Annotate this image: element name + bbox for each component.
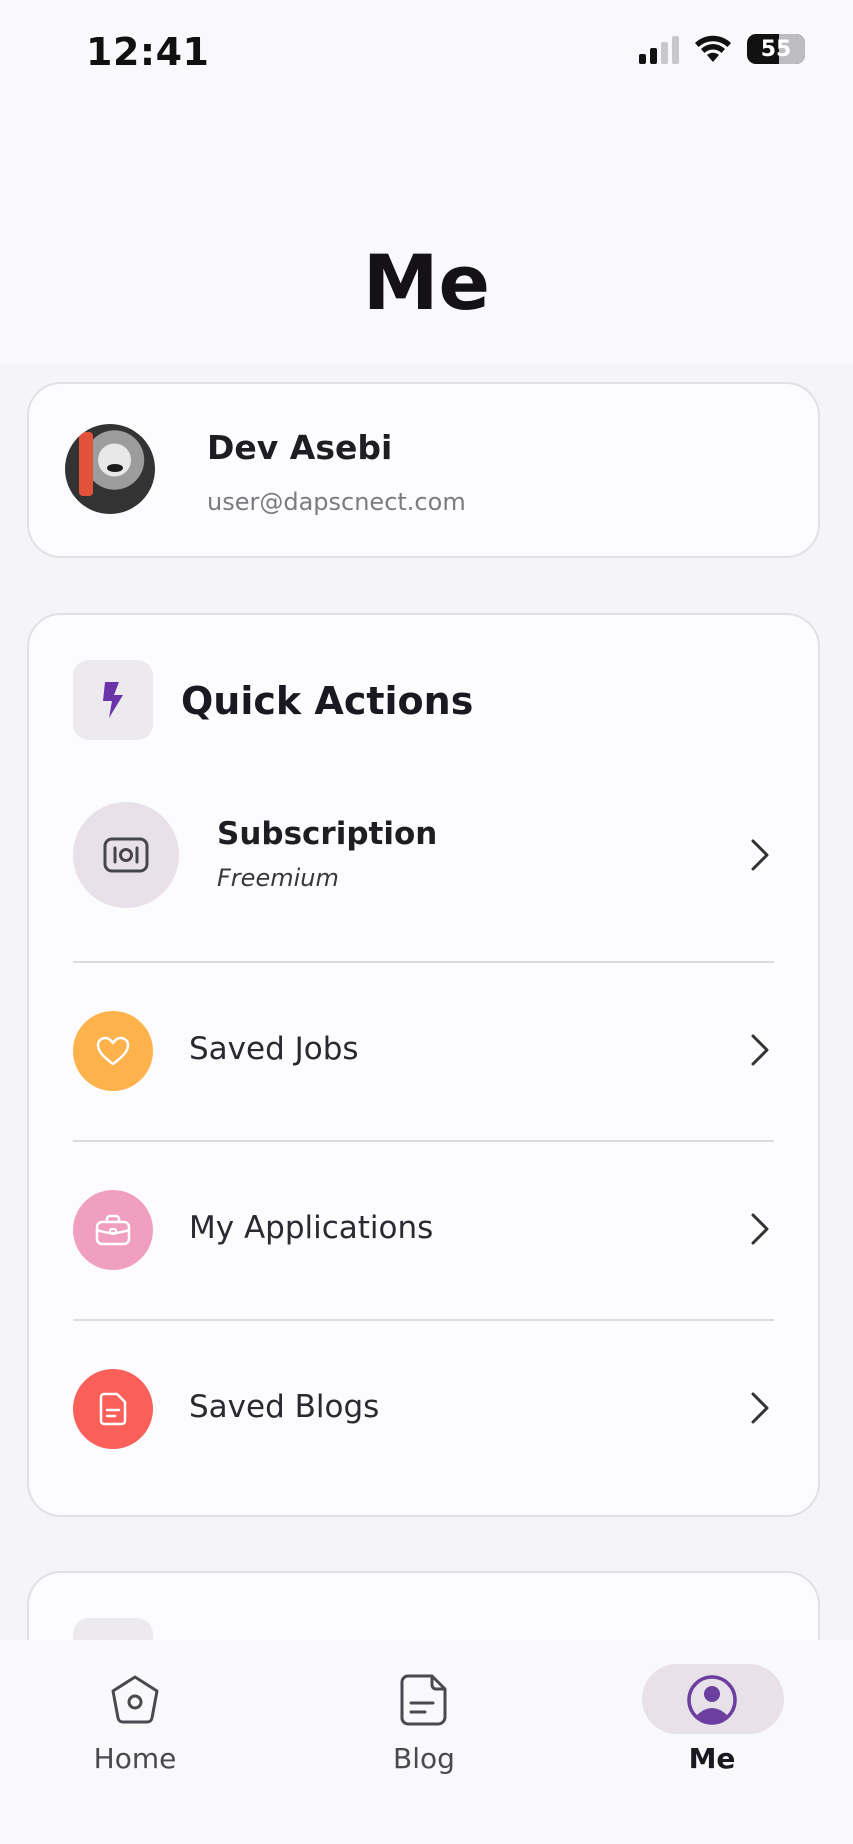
avatar [65, 424, 155, 514]
nav-home[interactable]: Home [45, 1670, 225, 1775]
nav-me-label: Me [688, 1742, 736, 1775]
nav-me[interactable]: Me [622, 1664, 802, 1775]
battery-level: 55 [760, 36, 792, 62]
profile-card[interactable]: Dev Asebi user@dapscnect.com [27, 382, 820, 558]
heart-icon [73, 1011, 153, 1091]
profile-name: Dev Asebi [207, 428, 393, 467]
divider [73, 961, 774, 963]
chevron-right-icon [751, 1213, 769, 1245]
status-bar: 12:41 55 [0, 0, 853, 110]
battery-icon: 55 [747, 34, 805, 64]
saved-blogs-label: Saved Blogs [189, 1389, 380, 1425]
saved-jobs-label: Saved Jobs [189, 1031, 359, 1067]
quick-actions-card: Quick Actions Subscription Freemium Save… [27, 613, 820, 1517]
chevron-right-icon [751, 839, 769, 871]
subscription-label: Subscription [217, 816, 438, 852]
page-title: Me [362, 238, 491, 327]
quick-actions-title: Quick Actions [181, 679, 474, 723]
profile-icon [622, 1670, 802, 1730]
divider [73, 1140, 774, 1142]
nav-blog-label: Blog [393, 1742, 455, 1775]
my-applications-row[interactable]: My Applications [29, 1190, 818, 1270]
subscription-icon [73, 802, 179, 908]
chevron-right-icon [751, 1034, 769, 1066]
briefcase-icon [73, 1190, 153, 1270]
subscription-row[interactable]: Subscription Freemium [29, 802, 818, 908]
profile-email: user@dapscnect.com [207, 488, 466, 516]
saved-jobs-row[interactable]: Saved Jobs [29, 1011, 818, 1091]
page-header: Me [0, 110, 853, 364]
status-time: 12:41 [86, 30, 210, 74]
nav-home-label: Home [93, 1742, 177, 1775]
my-applications-label: My Applications [189, 1210, 434, 1246]
lightning-icon [73, 660, 153, 740]
blog-icon [334, 1670, 514, 1730]
saved-blogs-row[interactable]: Saved Blogs [29, 1369, 818, 1449]
bottom-nav: Home Blog Me [0, 1640, 853, 1844]
chevron-right-icon [751, 1392, 769, 1424]
wifi-icon [695, 35, 731, 62]
cellular-signal-icon [639, 34, 679, 64]
status-icons: 55 [639, 34, 805, 64]
nav-blog[interactable]: Blog [334, 1670, 514, 1775]
subscription-plan: Freemium [217, 864, 339, 892]
home-icon [45, 1670, 225, 1730]
document-icon [73, 1369, 153, 1449]
divider [73, 1319, 774, 1321]
